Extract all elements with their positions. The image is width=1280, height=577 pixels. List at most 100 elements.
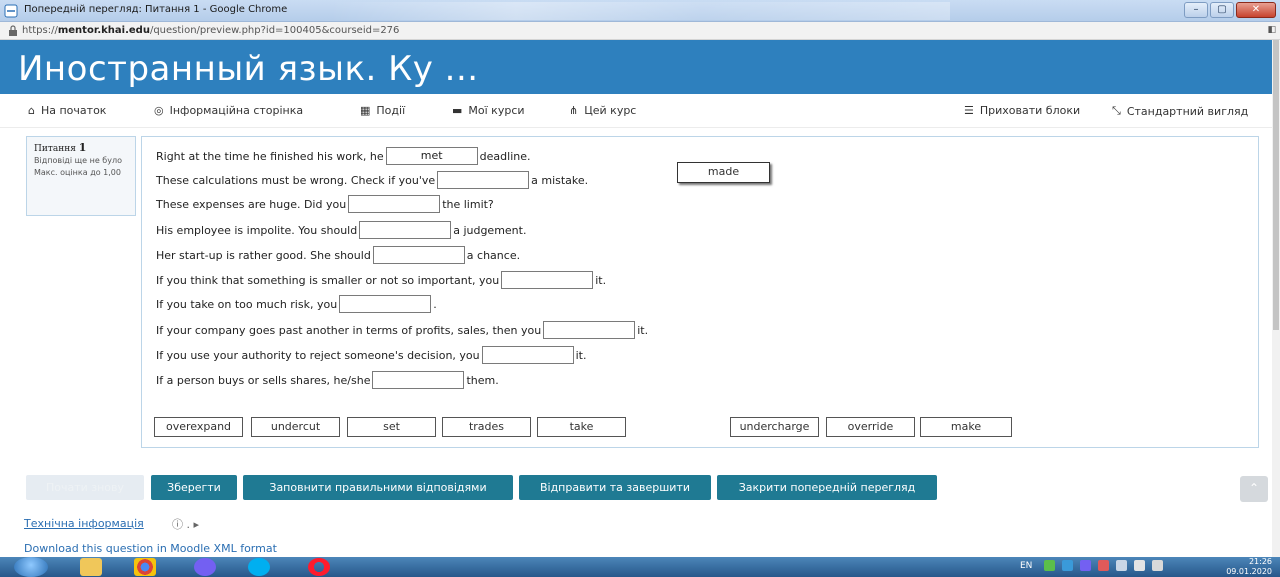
site-header: Иностранный язык. Ку ... xyxy=(0,40,1280,94)
hide-blocks-label: Приховати блоки xyxy=(979,104,1081,117)
window-title: Попередній перегляд: Питання 1 - Google … xyxy=(24,4,288,15)
save-button[interactable]: Зберегти xyxy=(151,475,237,500)
nav-home-label: На початок xyxy=(40,104,107,117)
question-info-block: Питання 1 Відповіді ще не було Макс. оці… xyxy=(26,136,136,216)
nav-info-page-label: Інформаційна сторінка xyxy=(169,104,304,117)
nav-home[interactable]: ⌂ На початок xyxy=(28,104,106,117)
question-line-10: If a person buys or sells shares, he/she… xyxy=(156,371,499,389)
choice-item[interactable]: overexpand xyxy=(154,417,243,437)
briefcase-icon: ▬ xyxy=(452,104,463,117)
scroll-to-top-button[interactable]: ⌃ xyxy=(1240,476,1268,502)
drop-zone-8[interactable] xyxy=(543,321,636,339)
help-icon[interactable]: ⓘ xyxy=(172,518,183,531)
tray-app-icon[interactable] xyxy=(1080,560,1091,571)
minimize-button[interactable]: – xyxy=(1184,2,1208,18)
background-window-tabs xyxy=(330,2,950,20)
nav-this-course[interactable]: ⋔ Цей курс xyxy=(569,104,636,117)
drop-zone-6[interactable] xyxy=(501,271,594,289)
volume-icon[interactable] xyxy=(1152,560,1163,571)
close-window-button[interactable]: ✕ xyxy=(1236,2,1276,18)
keyboard-icon[interactable] xyxy=(1116,560,1127,571)
drop-zone-1[interactable]: met xyxy=(385,147,478,165)
extension-icon[interactable]: ◧ xyxy=(1267,25,1276,35)
question-line-4: His employee is impolite. You should a j… xyxy=(156,221,526,239)
url-text[interactable]: https://mentor.khai.edu/question/preview… xyxy=(22,25,399,36)
choice-item[interactable]: undercharge xyxy=(730,417,819,437)
standard-view-link[interactable]: ⤡ Стандартний вигляд xyxy=(1112,104,1248,118)
action-buttons: Почати знову Зберегти Заповнити правильн… xyxy=(0,475,1280,500)
address-bar[interactable]: https://mentor.khai.edu/question/preview… xyxy=(0,22,1280,40)
viber-icon[interactable] xyxy=(194,558,216,576)
nav-my-courses-label: Мої курси xyxy=(468,104,525,117)
choice-item[interactable]: override xyxy=(826,417,915,437)
drop-zone-4[interactable] xyxy=(359,221,452,239)
standard-view-label: Стандартний вигляд xyxy=(1126,104,1249,118)
download-xml-link[interactable]: Download this question in Moodle XML for… xyxy=(24,542,277,555)
maximize-button[interactable]: ▢ xyxy=(1210,2,1234,18)
skype-icon[interactable] xyxy=(248,558,270,576)
nav-events-label: Події xyxy=(376,104,406,117)
dragged-choice-item[interactable]: made xyxy=(677,162,770,183)
chrome-icon[interactable] xyxy=(134,558,156,576)
choice-item[interactable]: make xyxy=(920,417,1012,437)
chevron-up-icon: ⌃ xyxy=(1248,481,1260,495)
choice-item[interactable]: trades xyxy=(442,417,531,437)
lock-icon xyxy=(9,25,17,36)
drop-zone-2[interactable] xyxy=(437,171,530,189)
page-scrollbar[interactable] xyxy=(1272,40,1280,557)
question-line-7: If you take on too much risk, you . xyxy=(156,295,437,313)
tech-info-icons: ⓘ . ▸ xyxy=(172,516,199,532)
nav-info-page[interactable]: ◎ Інформаційна сторінка xyxy=(154,104,303,117)
hide-blocks-link[interactable]: ☰ Приховати блоки xyxy=(964,104,1080,117)
start-button[interactable] xyxy=(14,557,48,577)
signal-icon[interactable] xyxy=(1134,560,1145,571)
fill-correct-button[interactable]: Заповнити правильними відповідями xyxy=(243,475,513,500)
question-line-2: These calculations must be wrong. Check … xyxy=(156,171,588,189)
choice-item[interactable]: set xyxy=(347,417,436,437)
navbar: ⌂ На початок ◎ Інформаційна сторінка ▦ П… xyxy=(0,94,1280,128)
tray-app-icon[interactable] xyxy=(1062,560,1073,571)
scrollbar-thumb[interactable] xyxy=(1273,40,1279,330)
drop-zone-9[interactable] xyxy=(481,346,574,364)
system-tray: EN 21:26 09.01.2020 xyxy=(1010,557,1280,577)
expand-arrow-icon[interactable]: . ▸ xyxy=(187,518,200,531)
question-number: Питання 1 xyxy=(34,141,87,154)
close-preview-button[interactable]: Закрити попередній перегляд xyxy=(717,475,937,500)
drop-zone-10[interactable] xyxy=(372,371,465,389)
question-line-6: If you think that something is smaller o… xyxy=(156,271,606,289)
file-explorer-icon[interactable] xyxy=(80,558,102,576)
question-line-1: Right at the time he finished his work, … xyxy=(156,147,531,165)
drop-zone-7[interactable] xyxy=(339,295,432,313)
expand-icon: ⤡ xyxy=(1112,104,1121,117)
choice-item[interactable]: undercut xyxy=(251,417,340,437)
question-line-9: If you use your authority to reject some… xyxy=(156,346,587,364)
chrome-tab-icon xyxy=(4,4,18,18)
question-line-5: Her start-up is rather good. She should … xyxy=(156,246,520,264)
windows-taskbar: EN 21:26 09.01.2020 xyxy=(0,557,1280,577)
calendar-icon: ▦ xyxy=(360,104,371,117)
language-indicator[interactable]: EN xyxy=(1020,561,1032,571)
nav-events[interactable]: ▦ Події xyxy=(360,104,405,117)
home-icon: ⌂ xyxy=(28,104,35,117)
drop-zone-3[interactable] xyxy=(348,195,441,213)
flag-icon[interactable] xyxy=(1098,560,1109,571)
opera-icon[interactable] xyxy=(308,558,330,576)
tech-info-link[interactable]: Технічна інформація xyxy=(24,517,144,530)
nav-this-course-label: Цей курс xyxy=(584,104,637,117)
choice-item[interactable]: take xyxy=(537,417,626,437)
sitemap-icon: ⋔ xyxy=(569,104,579,117)
question-status: Відповіді ще не було xyxy=(34,156,122,165)
start-again-button[interactable]: Почати знову xyxy=(26,475,144,500)
list-icon: ☰ xyxy=(964,104,974,117)
drop-zone-5[interactable] xyxy=(372,246,465,264)
question-line-8: If your company goes past another in ter… xyxy=(156,321,648,339)
tray-app-icon[interactable] xyxy=(1044,560,1055,571)
submit-finish-button[interactable]: Відправити та завершити xyxy=(519,475,711,500)
binoculars-icon: ◎ xyxy=(154,104,164,117)
clock[interactable]: 21:26 09.01.2020 xyxy=(1226,557,1272,577)
browser-titlebar: Попередній перегляд: Питання 1 - Google … xyxy=(0,0,1280,22)
site-title[interactable]: Иностранный язык. Ку ... xyxy=(18,49,479,89)
nav-my-courses[interactable]: ▬ Мої курси xyxy=(452,104,525,117)
question-max-grade: Макс. оцінка до 1,00 xyxy=(34,168,121,177)
question-line-3: These expenses are huge. Did you the lim… xyxy=(156,195,494,213)
